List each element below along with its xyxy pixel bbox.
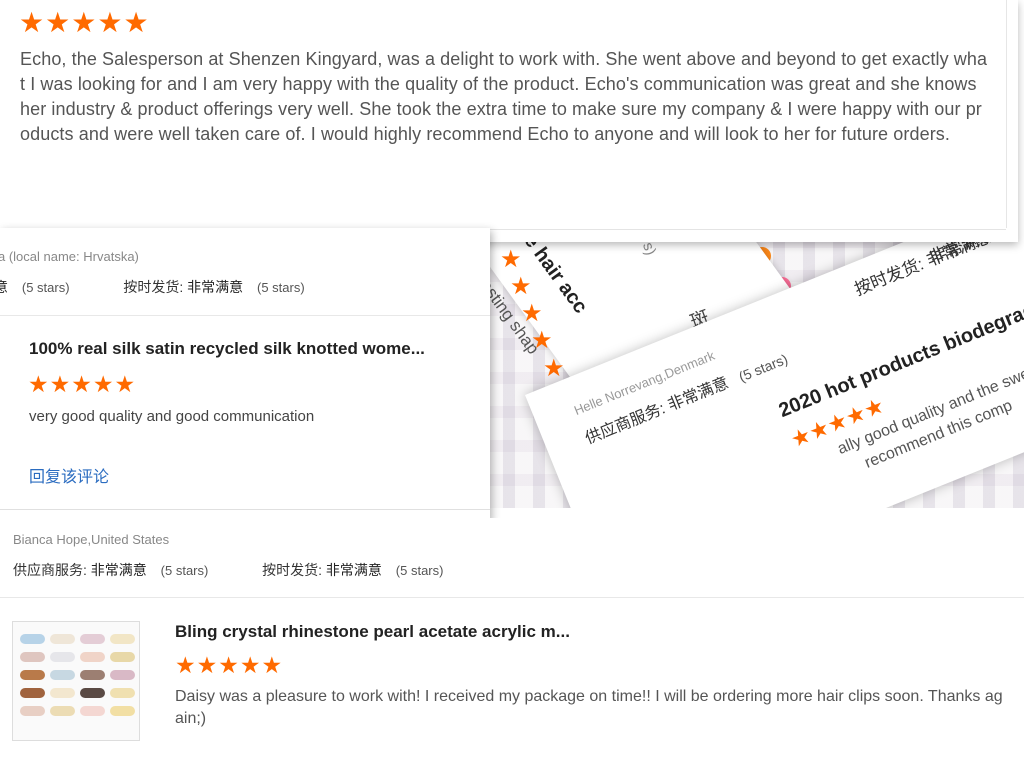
star-icon: ★ <box>218 653 239 679</box>
star-icon: ★ <box>45 6 71 39</box>
hair-clip-image <box>80 688 105 698</box>
divider <box>0 509 490 510</box>
shipping-label: 按时发货: <box>123 279 184 295</box>
hair-clip-image <box>50 652 75 662</box>
hair-clip-image <box>80 652 105 662</box>
star-icon: ★ <box>261 653 283 679</box>
hair-clip-image <box>50 670 75 680</box>
hair-clip-image <box>110 652 135 662</box>
star-icon: ★ <box>114 372 136 398</box>
shipping-label: 按时发货: <box>262 562 323 578</box>
hair-clip-image <box>50 634 75 644</box>
hair-clip-image <box>20 634 45 644</box>
product-title-link[interactable]: 100% real silk satin recycled silk knott… <box>29 339 425 359</box>
supplier-service-value: 非常满意 <box>665 374 732 415</box>
star-icon: ★ <box>92 372 114 398</box>
background-product-title: 2020 hot products biodegradab <box>775 289 1024 422</box>
review-comment: very good quality and good communication <box>29 408 315 425</box>
star-icon: ★ <box>510 272 532 300</box>
supplier-service-stars-text: (5 stars) <box>160 563 209 578</box>
supplier-service-value: 非常满意 <box>90 562 147 578</box>
reviewer-country: a (local name: Hrvatska) <box>0 249 139 264</box>
star-icon: ★ <box>71 6 97 39</box>
product-thumbnail[interactable] <box>12 621 140 741</box>
star-icon: ★ <box>175 653 196 679</box>
hair-clip-image <box>20 688 45 698</box>
hair-clip-image <box>110 706 135 716</box>
review-card-bottom: Bianca Hope,United States 供应商服务: 非常满意 (5… <box>0 518 1024 768</box>
hair-clip-image <box>20 652 45 662</box>
rating-stars: ★★★★★ <box>175 655 283 678</box>
star-icon: ★ <box>531 326 553 354</box>
seller-rating-row: 供应商服务: 非常满意 (5 stars) 按时发货: 非常满意 (5 star… <box>13 560 443 580</box>
review-comment: Daisy was a pleasure to work with! I rec… <box>175 688 1003 727</box>
star-icon: ★ <box>71 372 92 398</box>
hair-clip-image <box>110 670 135 680</box>
star-icon: ★ <box>239 653 261 679</box>
divider <box>1006 0 1007 228</box>
supplier-service-stars-text: (5 stars) <box>21 280 70 295</box>
rating-stars: ★★★★★ <box>28 374 136 397</box>
hair-clip-image <box>110 688 135 698</box>
star-icon: ★ <box>500 245 522 273</box>
background-review-collage: ctive hair acc eresting shap ★ ★ ★ ★ ★ s… <box>485 225 1024 508</box>
supplier-service-stars-text: (5 stars) <box>736 350 790 385</box>
review-text: Echo, the Salesperson at Shenzen Kingyar… <box>20 49 988 144</box>
hair-clip-image <box>50 706 75 716</box>
hair-clip-image <box>80 670 105 680</box>
star-icon: ★ <box>196 653 218 679</box>
hair-clip-image <box>20 670 45 680</box>
seller-rating-row: 满意 (5 stars) 按时发货: 非常满意 (5 stars) <box>0 277 305 297</box>
review-card-top: ★★★★★ Echo, the Salesperson at Shenzen K… <box>0 0 1018 242</box>
supplier-service-value: 满意 <box>0 279 8 295</box>
star-icon: ★ <box>49 372 71 398</box>
reply-to-review-link[interactable]: 回复该评论 <box>29 463 109 487</box>
divider <box>0 597 1024 598</box>
hair-clip-image <box>50 688 75 698</box>
reviewer-country: Bianca Hope,United States <box>13 532 170 547</box>
star-icon: ★ <box>123 6 149 39</box>
product-title-link[interactable]: Bling crystal rhinestone pearl acetate a… <box>175 622 570 642</box>
star-icon: ★ <box>28 372 49 398</box>
star-icon: ★ <box>543 354 565 382</box>
star-icon: ★ <box>19 6 45 39</box>
divider <box>0 315 490 316</box>
shipping-value: 非常满意 <box>325 562 382 578</box>
shipping-value: 非常满意 <box>187 279 244 295</box>
hair-clip-image <box>80 706 105 716</box>
hair-clip-image <box>80 634 105 644</box>
supplier-service-label: 供应商服务: <box>13 562 87 578</box>
hair-clip-image <box>110 634 135 644</box>
hair-clip-image <box>20 706 45 716</box>
star-icon: ★ <box>521 299 543 327</box>
rating-stars: ★★★★★ <box>19 9 150 37</box>
review-card-middle: a (local name: Hrvatska) 满意 (5 stars) 按时… <box>0 228 490 521</box>
star-icon: ★ <box>97 6 123 39</box>
shipping-stars-text: (5 stars) <box>257 280 305 295</box>
shipping-stars-text: (5 stars) <box>395 563 444 578</box>
